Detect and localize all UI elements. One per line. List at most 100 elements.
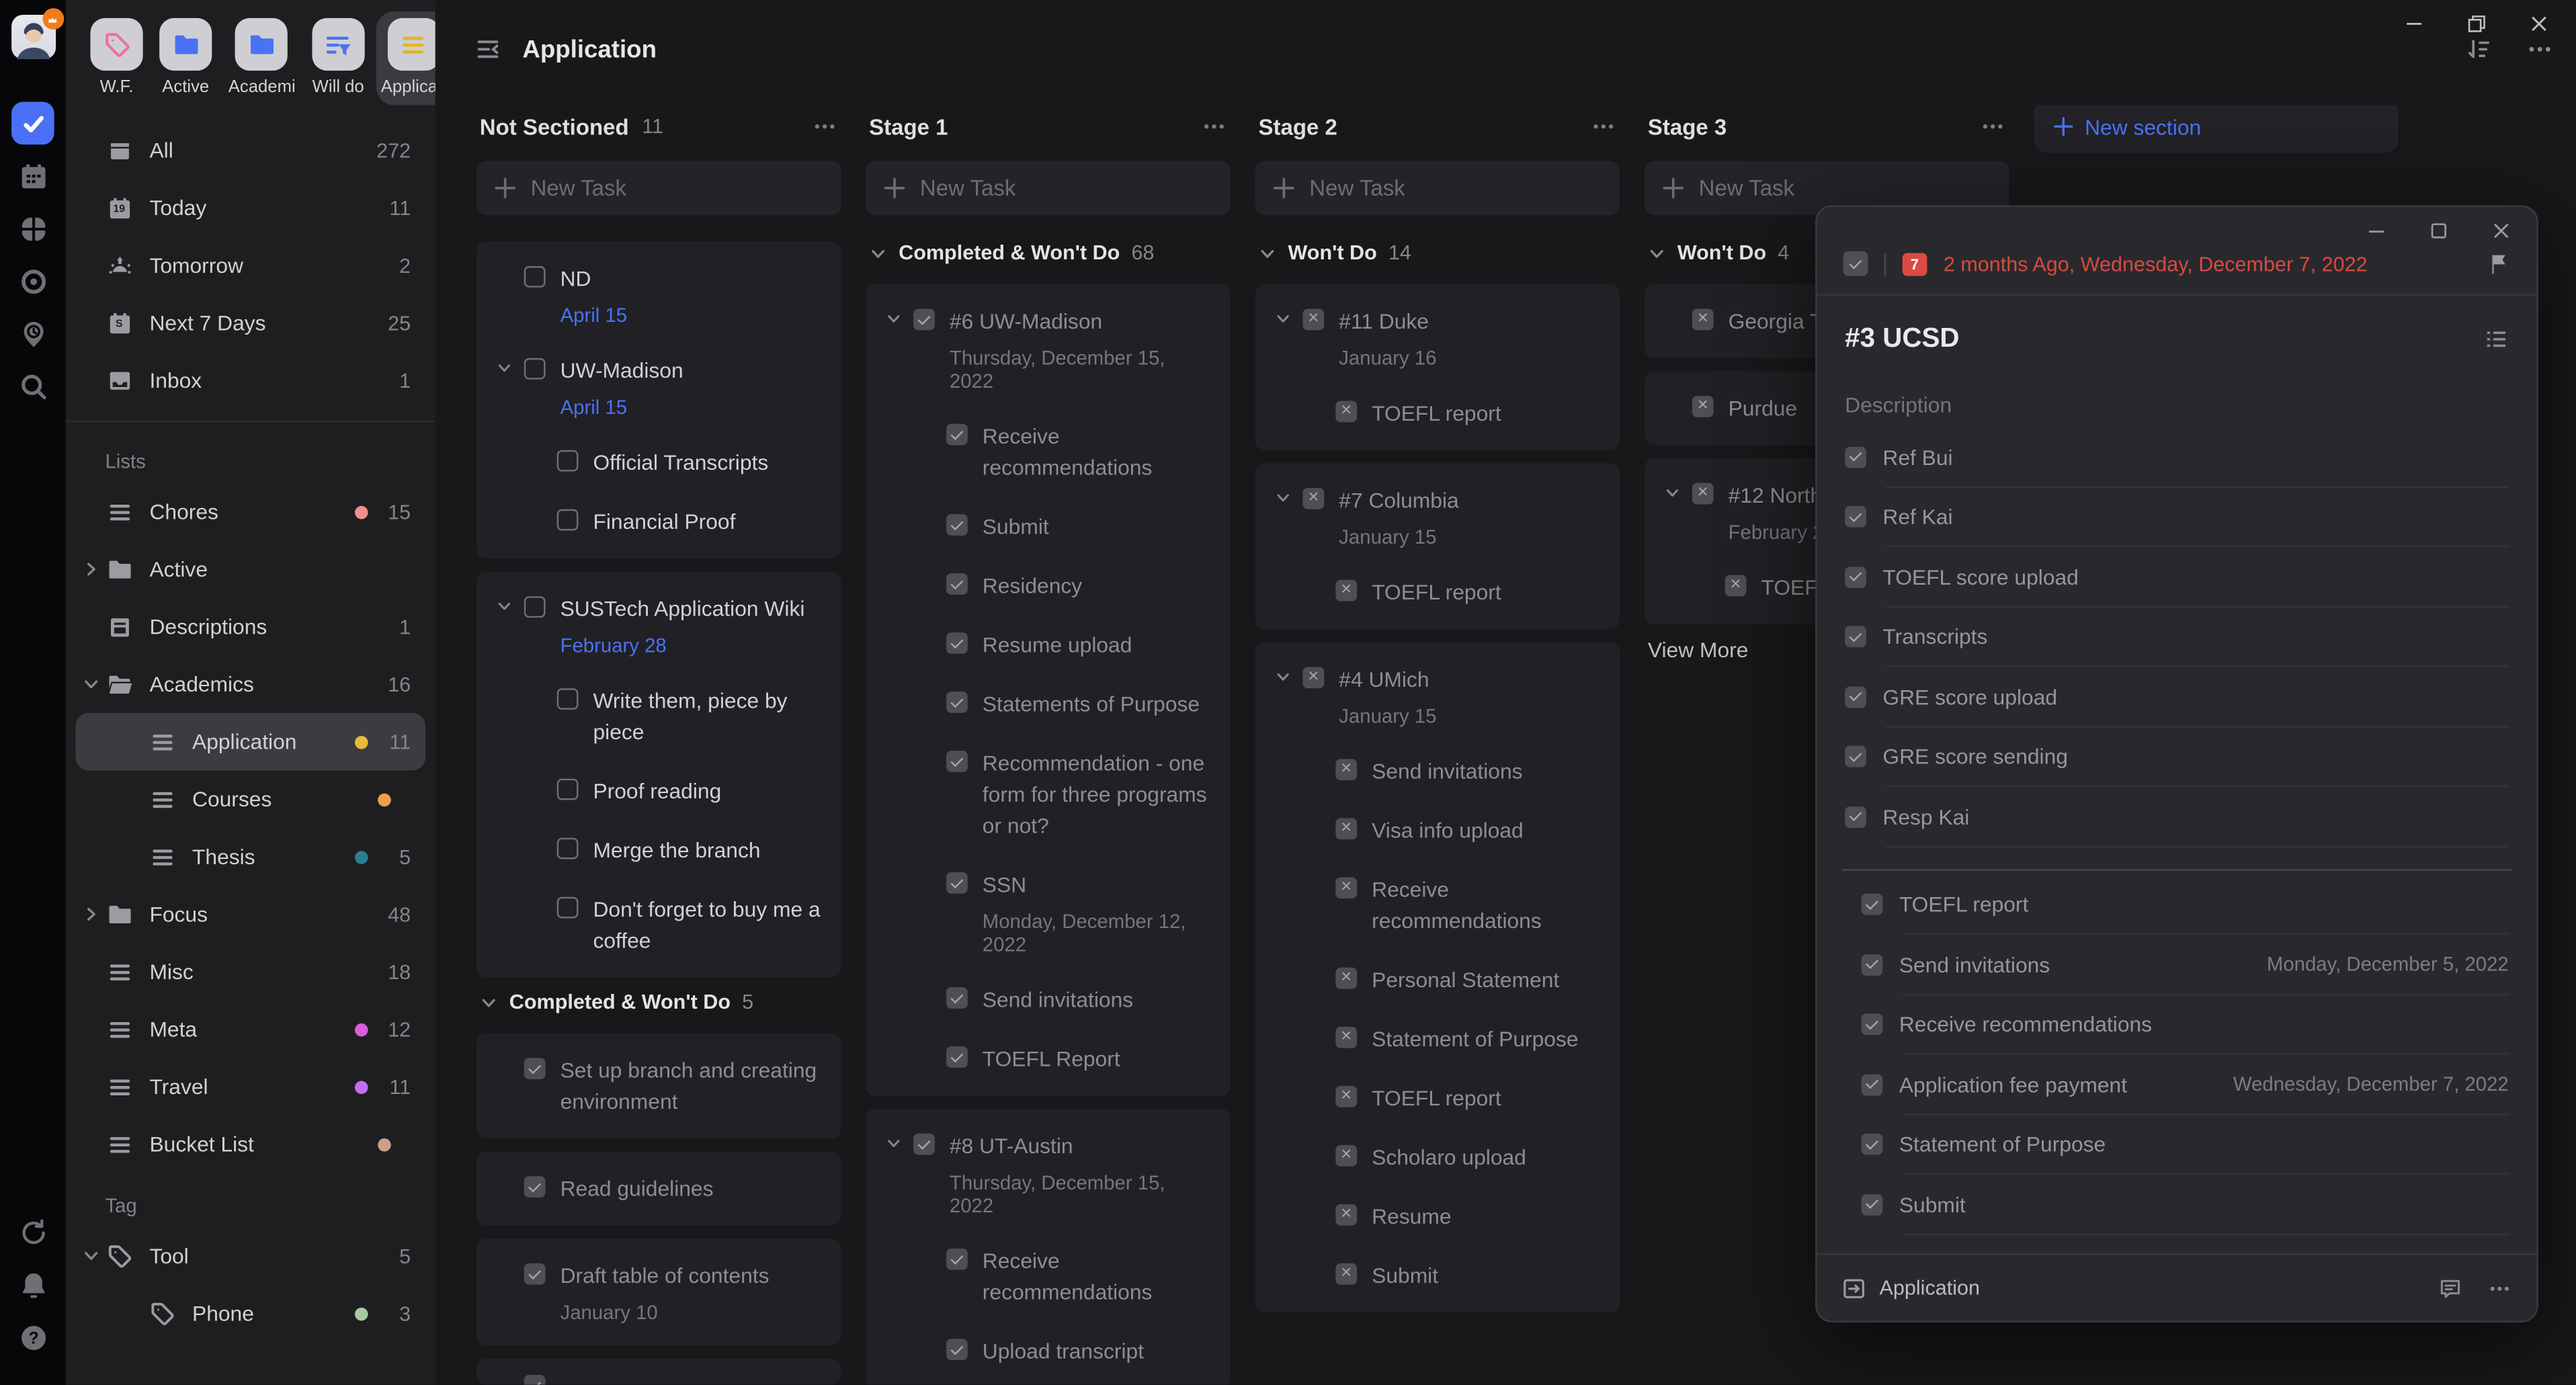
task-checkbox[interactable] <box>946 1249 968 1270</box>
panel-subtask-submit[interactable]: Submit <box>1862 1175 2509 1234</box>
task-checkbox[interactable] <box>557 779 579 800</box>
subtask-checkbox[interactable] <box>1845 686 1866 708</box>
rail-tasks-icon[interactable] <box>11 102 54 145</box>
task-card[interactable] <box>476 1359 841 1385</box>
sidebar-list-descriptions[interactable]: Descriptions1 <box>75 598 425 656</box>
sidebar-list-travel[interactable]: Travel11 <box>75 1058 425 1116</box>
rail-calendar-icon[interactable] <box>11 155 54 198</box>
move-to-list-icon[interactable] <box>1841 1275 1866 1300</box>
panel-subtask-application-fee-payment[interactable]: Application fee paymentWednesday, Decemb… <box>1862 1054 2509 1114</box>
chevron-down-icon[interactable] <box>82 1247 100 1265</box>
task-checkbox[interactable] <box>946 1046 968 1068</box>
priority-flag-icon[interactable] <box>2487 252 2510 275</box>
task-card[interactable]: Set up branch and creating environment <box>476 1034 841 1138</box>
task-card[interactable]: #8 UT-AustinThursday, December 15, 2022R… <box>866 1109 1231 1385</box>
description-field[interactable]: Description <box>1845 392 2509 417</box>
column-menu-icon[interactable] <box>1590 114 1616 140</box>
task-checkbox[interactable] <box>946 751 968 772</box>
expand-chevron-icon[interactable] <box>496 593 524 614</box>
workspace-tab-academi[interactable]: Academi <box>223 11 300 105</box>
task-checkbox[interactable] <box>946 632 968 654</box>
subtask-checkbox[interactable] <box>1845 806 1866 828</box>
workspace-tab-will-do[interactable]: Will do <box>307 11 370 105</box>
rail-notifications-icon[interactable] <box>11 1263 54 1306</box>
task-card[interactable]: SUSTech Application WikiFebruary 28Write… <box>476 572 841 978</box>
panel-subtask-resp-kai[interactable]: Resp Kai <box>1845 787 2509 847</box>
task-checkbox[interactable] <box>1843 251 1868 276</box>
subtask-checkbox[interactable] <box>1845 507 1866 528</box>
task-checkbox[interactable] <box>1335 401 1357 422</box>
sidebar-list-courses[interactable]: Courses <box>75 770 425 828</box>
column-menu-icon[interactable] <box>1980 114 2006 140</box>
task-checkbox[interactable] <box>946 691 968 713</box>
panel-subtask-toefl-score-upload[interactable]: TOEFL score upload <box>1845 547 2509 607</box>
task-checkbox[interactable] <box>946 514 968 536</box>
sidebar-item-today[interactable]: 19Today11 <box>75 179 425 237</box>
sidebar-list-meta[interactable]: Meta12 <box>75 1001 425 1058</box>
panel-subtask-toefl-report[interactable]: TOEFL report <box>1862 875 2509 935</box>
chevron-down-icon[interactable] <box>82 675 100 694</box>
panel-minimize-icon[interactable] <box>2368 222 2386 240</box>
task-checkbox[interactable] <box>946 573 968 595</box>
task-checkbox[interactable] <box>557 450 579 472</box>
task-checkbox[interactable] <box>1335 580 1357 601</box>
task-checkbox[interactable] <box>1302 309 1324 331</box>
task-card[interactable]: #4 UMichJanuary 15Send invitationsVisa i… <box>1255 642 1620 1312</box>
panel-close-icon[interactable] <box>2492 222 2510 240</box>
task-card[interactable]: #6 UW-MadisonThursday, December 15, 2022… <box>866 284 1231 1096</box>
rail-sync-icon[interactable] <box>11 1211 54 1254</box>
panel-subtask-send-invitations[interactable]: Send invitationsMonday, December 5, 2022 <box>1862 935 2509 995</box>
sidebar-tag-tool[interactable]: Tool5 <box>75 1227 425 1285</box>
task-checkbox[interactable] <box>1335 1204 1357 1226</box>
collapse-sidebar-icon[interactable] <box>474 36 501 62</box>
subtask-checkbox[interactable] <box>1845 746 1866 767</box>
sidebar-item-tomorrow[interactable]: Tomorrow2 <box>75 237 425 294</box>
rail-search-icon[interactable] <box>11 365 54 408</box>
task-checkbox[interactable] <box>913 309 935 331</box>
new-section-button[interactable]: New section <box>2034 105 2399 153</box>
expand-chevron-icon[interactable] <box>1275 306 1303 327</box>
task-checkbox[interactable] <box>524 358 546 380</box>
task-checkbox[interactable] <box>1335 968 1357 989</box>
sidebar-item-all[interactable]: All272 <box>75 122 425 179</box>
sidebar-list-academics[interactable]: Academics16 <box>75 655 425 713</box>
panel-maximize-icon[interactable] <box>2429 222 2448 240</box>
expand-chevron-icon[interactable] <box>886 1130 914 1152</box>
task-checkbox[interactable] <box>1335 1145 1357 1167</box>
task-checkbox[interactable] <box>524 1263 546 1285</box>
task-checkbox[interactable] <box>946 424 968 446</box>
subtask-checkbox[interactable] <box>1862 1014 1883 1036</box>
rail-help-icon[interactable]: ? <box>11 1316 54 1359</box>
task-checkbox[interactable] <box>557 688 579 710</box>
task-card[interactable]: Draft table of contentsJanuary 10 <box>476 1239 841 1345</box>
subtask-checkbox[interactable] <box>1862 894 1883 915</box>
task-checkbox[interactable] <box>946 1339 968 1360</box>
chevron-right-icon[interactable] <box>82 560 100 579</box>
task-checkbox[interactable] <box>524 1176 546 1198</box>
expand-chevron-icon[interactable] <box>496 355 524 376</box>
sidebar-item-next-7-days[interactable]: SNext 7 Days25 <box>75 294 425 352</box>
panel-subtask-transcripts[interactable]: Transcripts <box>1845 607 2509 667</box>
subtask-checkbox[interactable] <box>1845 446 1866 468</box>
panel-subtask-gre-score-sending[interactable]: GRE score sending <box>1845 727 2509 787</box>
panel-subtask-statement-of-purpose[interactable]: Statement of Purpose <box>1862 1115 2509 1175</box>
window-restore-button[interactable] <box>2444 3 2507 43</box>
sidebar-tag-phone[interactable]: Phone3 <box>75 1285 425 1343</box>
sidebar-list-active[interactable]: Active <box>75 540 425 598</box>
sidebar-list-application[interactable]: Application11 <box>75 713 425 771</box>
rail-pomodoro-icon[interactable] <box>11 259 54 302</box>
task-checkbox[interactable] <box>557 838 579 859</box>
panel-subtask-receive-recommendations[interactable]: Receive recommendations <box>1862 995 2509 1054</box>
task-card[interactable]: #7 ColumbiaJanuary 15TOEFL report <box>1255 463 1620 629</box>
task-checkbox[interactable] <box>524 1375 546 1385</box>
sidebar-item-inbox[interactable]: Inbox1 <box>75 351 425 409</box>
task-checkbox[interactable] <box>1302 667 1324 688</box>
group-header-completed-won-t-do[interactable]: Completed & Won't Do68 <box>869 241 1227 264</box>
workspace-tab-active[interactable]: Active <box>155 11 217 105</box>
new-task-input[interactable]: New Task <box>476 161 841 216</box>
column-menu-icon[interactable] <box>1201 114 1227 140</box>
task-checkbox[interactable] <box>1335 759 1357 780</box>
panel-subtask-ref-kai[interactable]: Ref Kai <box>1845 487 2509 547</box>
task-checkbox[interactable] <box>1335 1027 1357 1048</box>
chevron-right-icon[interactable] <box>82 905 100 923</box>
